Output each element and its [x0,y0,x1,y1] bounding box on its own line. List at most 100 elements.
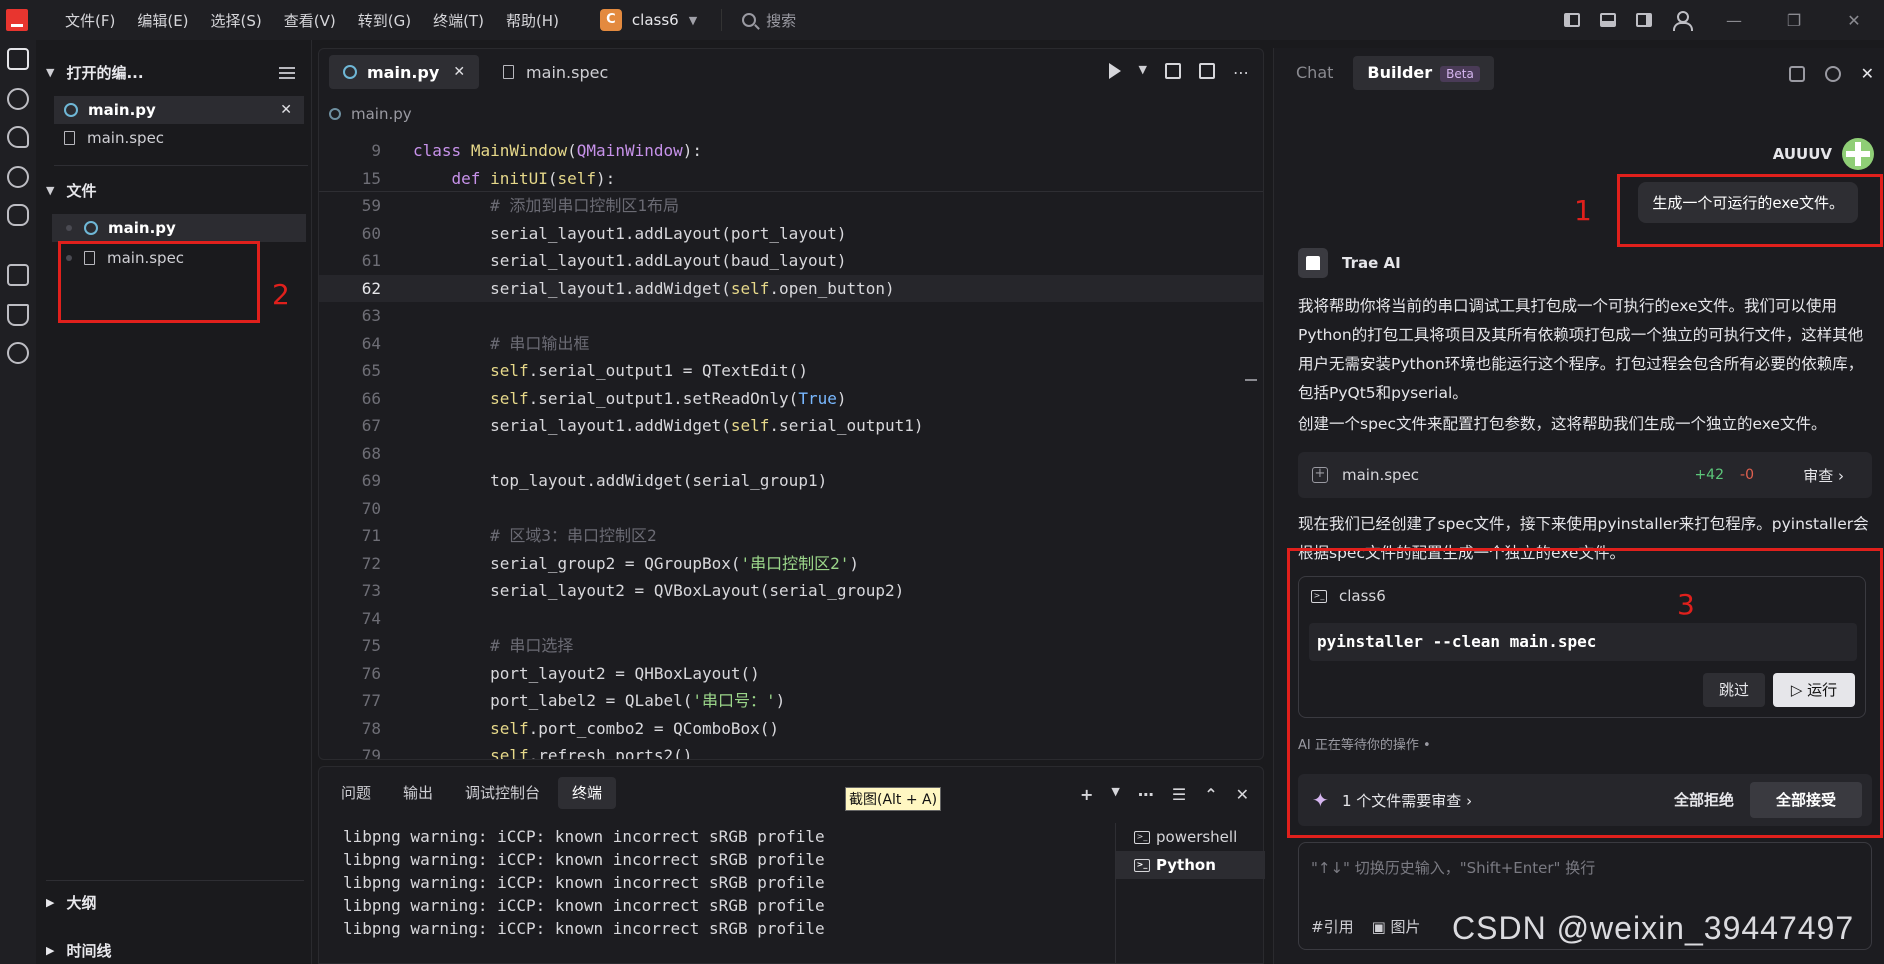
python-file-icon [64,103,78,117]
changed-file-card[interactable]: + main.spec +42 -0 审查 › [1298,452,1872,498]
terminal-item-label: Python [1156,856,1216,874]
menu-selection[interactable]: 选择(S) [200,10,273,31]
code-area[interactable]: 9 class MainWindow(QMainWindow): 15 def i… [319,137,1263,760]
project-switcher[interactable]: C class6 ▼ [599,9,698,31]
menu-bar: 文件(F) 编辑(E) 选择(S) 查看(V) 转到(G) 终端(T) 帮助(H… [54,10,570,31]
menu-terminal[interactable]: 终端(T) [422,10,495,31]
close-window-button[interactable]: ✕ [1824,11,1884,30]
testing-icon[interactable] [7,304,29,326]
tab-chat[interactable]: Chat [1282,56,1347,90]
tab-problems[interactable]: 问题 [327,777,385,809]
search-activity-icon[interactable] [7,88,29,110]
toggle-sidebar-icon[interactable] [1564,13,1580,27]
maximize-button[interactable]: ❐ [1764,11,1824,30]
code-line: 67 serial_layout1.addWidget(self.serial_… [361,416,924,435]
tab-builder[interactable]: Builder Beta [1353,56,1494,90]
source-control-icon[interactable] [7,126,29,148]
terminal-output[interactable]: libpng warning: iCCP: known incorrect sR… [343,825,825,940]
code-line: 78 self.port_combo2 = QComboBox() [361,718,780,738]
screenshot-tooltip: 截图(Alt + A) [845,787,942,811]
minimize-button[interactable]: — [1704,11,1764,30]
tree-item-main-py[interactable]: main.py [52,214,306,242]
history-icon[interactable] [1824,65,1841,82]
code-line: 15 def initUI(self): [361,168,616,188]
extensions-icon[interactable] [7,264,29,286]
menu-edit[interactable]: 编辑(E) [126,10,199,31]
chevron-down-icon: ▼ [688,13,698,27]
outline-header[interactable]: ▶ 大纲 [46,892,96,913]
scrollbar-marker[interactable] [1245,379,1257,381]
chat-input-placeholder: "↑↓" 切换历史输入，"Shift+Enter" 换行 [1311,859,1596,877]
debug-icon[interactable] [7,204,29,226]
code-line: 68 [361,443,381,463]
annotation-number-2: 2 [272,278,290,311]
open-editor-item[interactable]: main.spec [54,124,304,152]
divider [54,165,308,166]
add-terminal-icon[interactable]: + [1080,785,1093,804]
more-icon[interactable]: ⋯ [1233,63,1249,82]
breadcrumb: main.py [329,105,412,123]
review-button[interactable]: 审查 › [1803,465,1844,486]
plugins-icon[interactable] [7,342,29,364]
account-icon[interactable] [1672,11,1693,31]
terminal-item-powershell[interactable]: >_ powershell [1116,823,1265,851]
menu-view[interactable]: 查看(V) [273,10,347,31]
menu-file[interactable]: 文件(F) [54,10,126,31]
annotation-box-3 [1287,548,1883,838]
code-editor: main.py ✕ main.spec ▼ ⋯ main.py 9 class M… [318,48,1264,760]
tab-output[interactable]: 输出 [389,777,447,809]
ai-message-paragraph: 我将帮助你将当前的串口调试工具打包成一个可执行的exe文件。我们可以使用Pyth… [1298,297,1864,402]
editor-actions: ▼ ⋯ [1108,63,1249,82]
maximize-panel-icon[interactable]: ⌃ [1204,785,1217,804]
remote-icon[interactable] [7,166,29,188]
code-line: 61 serial_layout1.addLayout(baud_layout) [361,251,847,270]
run-icon[interactable] [1108,63,1121,79]
tab-debug-console[interactable]: 调试控制台 [451,777,554,809]
code-line: 71 # 区域3：串口控制区2 [361,526,657,545]
explorer-sidebar: ▼ 打开的编... main.py ✕ main.spec ▼ 文件 main.… [36,40,312,964]
settings-sliders-icon[interactable]: ☰ [1172,785,1186,804]
chevron-down-icon[interactable]: ▼ [1139,63,1147,82]
menu-go[interactable]: 转到(G) [347,10,422,31]
image-button[interactable]: ▣ 图片 [1372,916,1421,937]
open-editors-header[interactable]: ▼ 打开的编... [46,62,144,83]
files-header[interactable]: ▼ 文件 [46,180,96,201]
annotation-number-3: 3 [1677,588,1695,621]
tab-main-spec[interactable]: main.spec [489,55,622,89]
layout-icon[interactable] [1165,63,1181,79]
project-badge: C [599,9,622,31]
panel-actions: + ▼ ⋯ ☰ ⌃ ✕ [1080,785,1249,804]
breadcrumb-file[interactable]: main.py [351,105,412,123]
code-line: 64 # 串口输出框 [361,333,590,353]
close-icon[interactable]: ✕ [453,64,465,80]
lines-added: +42 [1694,467,1724,483]
close-icon[interactable]: ✕ [1861,64,1874,83]
terminal-item-python[interactable]: >_ Python [1116,851,1265,879]
tab-terminal[interactable]: 终端 [558,777,617,809]
menu-help[interactable]: 帮助(H) [495,10,570,31]
split-editor-icon[interactable] [1199,63,1215,79]
close-panel-icon[interactable]: ✕ [1236,785,1249,804]
filter-icon[interactable] [279,67,295,79]
chevron-down-icon[interactable]: ▼ [1111,785,1119,804]
reference-button[interactable]: #引用 [1311,916,1354,937]
more-icon[interactable]: ⋯ [1138,785,1154,804]
code-line: 66 self.serial_output1.setReadOnly(True) [361,388,847,408]
terminal-line: libpng warning: iCCP: known incorrect sR… [343,896,825,915]
trae-logo-icon [1298,248,1328,278]
code-line: 79 self.refresh_ports2() [361,746,693,760]
timeline-header[interactable]: ▶ 时间线 [46,940,111,961]
terminal-item-label: powershell [1156,828,1238,846]
toggle-right-panel-icon[interactable] [1636,13,1652,27]
new-chat-icon[interactable] [1788,65,1805,82]
tab-main-py[interactable]: main.py ✕ [329,55,480,89]
command-search[interactable]: 搜索 [721,9,796,31]
open-editor-item[interactable]: main.py ✕ [54,96,304,124]
close-icon[interactable]: ✕ [280,102,292,118]
ai-name: Trae AI [1342,254,1401,272]
explorer-icon[interactable] [7,48,29,70]
divider [46,880,304,881]
project-name: class6 [631,11,679,29]
code-line: 72 serial_group2 = QGroupBox('串口控制区2') [361,553,860,573]
toggle-panel-icon[interactable] [1600,13,1616,27]
